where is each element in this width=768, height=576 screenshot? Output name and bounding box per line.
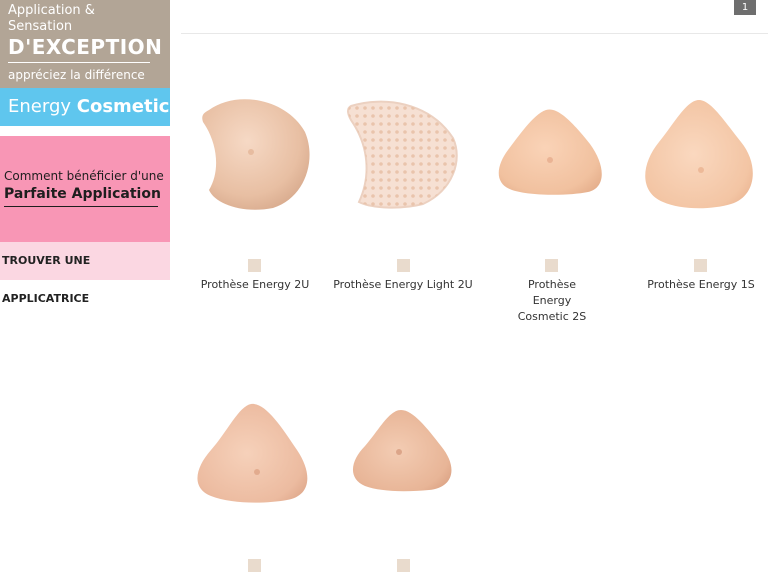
- color-swatch[interactable]: [545, 259, 558, 272]
- promo-divider: [8, 62, 150, 63]
- color-swatch[interactable]: [694, 259, 707, 272]
- promo-energy-word: Energy: [8, 96, 72, 117]
- promo-cosmetic-word: Cosmetic: [76, 96, 170, 117]
- promo-application-banner[interactable]: Application & Sensation D'EXCEPTION appr…: [0, 0, 170, 88]
- color-swatch[interactable]: [248, 259, 261, 272]
- product-name-link[interactable]: Prothèse Energy Cosmetic 2S: [478, 277, 626, 325]
- promo-pink-line2: Parfaite Application: [4, 186, 161, 202]
- prosthesis-triangle-image[interactable]: [181, 382, 329, 530]
- promo-energy-cosmetic-banner[interactable]: Energy Cosmetic: [0, 88, 170, 126]
- color-swatch[interactable]: [397, 559, 410, 572]
- color-swatch[interactable]: [248, 559, 261, 572]
- product-name-link[interactable]: Prothèse Energy Light 2U: [329, 277, 477, 293]
- header-divider: [181, 33, 768, 34]
- promo-pink-underline: [4, 206, 158, 207]
- promo-pink-line1: Comment bénéficier d'une: [4, 169, 164, 183]
- promo-parfaite-application-banner[interactable]: Comment bénéficier d'une Parfaite Applic…: [0, 136, 170, 242]
- promo-application-line3: appréciez la différence: [8, 68, 145, 82]
- sidebar: Application & Sensation D'EXCEPTION appr…: [0, 0, 170, 305]
- sidebar-gap: [0, 126, 170, 136]
- prosthesis-1s-image[interactable]: [627, 80, 768, 228]
- prosthesis-light-2u-image[interactable]: [329, 80, 477, 228]
- product-name-link[interactable]: Prothèse Energy 2U: [181, 277, 329, 293]
- promo-application-line1: Application & Sensation: [8, 3, 95, 34]
- product-name-link[interactable]: Prothèse Energy 1S: [627, 277, 768, 293]
- pagination-current-page[interactable]: 1: [734, 0, 756, 15]
- find-applicatrice-link[interactable]: TROUVER UNE APPLICATRICE: [0, 242, 170, 305]
- prosthesis-cosmetic-2s-image[interactable]: [478, 80, 626, 228]
- color-swatch[interactable]: [397, 259, 410, 272]
- promo-application-line2: D'EXCEPTION: [8, 35, 163, 59]
- prosthesis-2u-image[interactable]: [181, 80, 329, 228]
- prosthesis-rounded-triangle-image[interactable]: [329, 382, 477, 530]
